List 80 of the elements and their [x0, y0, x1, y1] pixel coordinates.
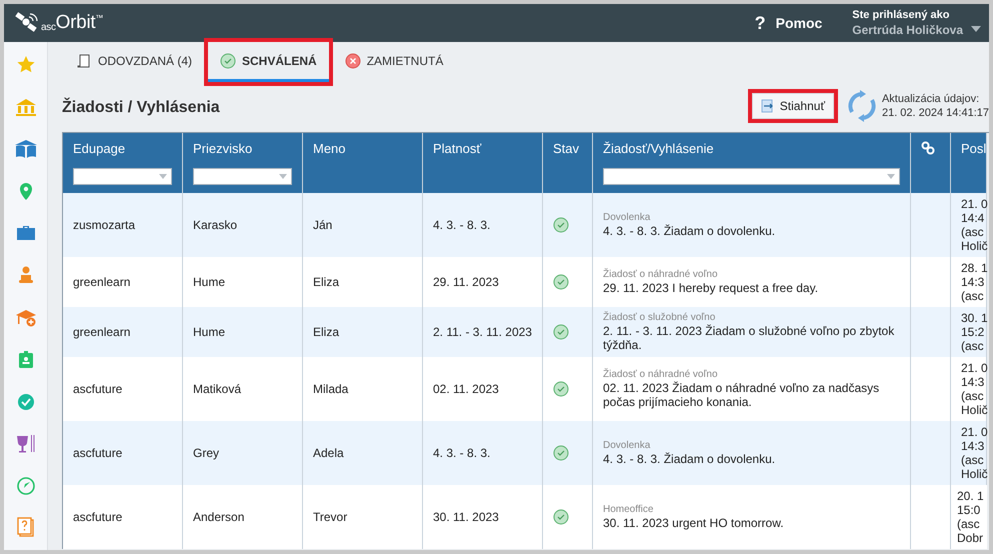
check-circle-icon — [220, 52, 236, 68]
table-cell: Hume — [183, 257, 303, 307]
logo-text: $_{asc}$Orbit$^{™}$ — [41, 12, 104, 34]
request-text: 2. 11. - 3. 11. 2023 Žiadam o služobné voľno po zbytok týždňa. — [603, 324, 896, 352]
caret-icon[interactable] — [971, 26, 981, 32]
check-circle-icon — [553, 217, 569, 233]
tab[interactable]: SCHVÁLENÁ — [208, 42, 329, 82]
table-cell: 21. 0 14:3 (asc Holič — [951, 357, 987, 421]
caret-icon — [279, 174, 287, 179]
page-title: Žiadosti / Vyhlásenia — [62, 99, 221, 117]
update-time: 21. 02. 2024 14:41:17 — [882, 107, 989, 119]
check-circle-icon — [553, 274, 569, 290]
filter-dropdown[interactable] — [603, 168, 900, 185]
request-type: Žiadosť o služobné voľno — [603, 312, 716, 323]
column-label: Platnosť — [433, 141, 482, 156]
question-mark-icon: ? — [754, 12, 766, 34]
column-label: Posl — [961, 141, 986, 156]
request-text: 4. 3. - 8. 3. Žiadam o dovolenku. — [603, 452, 776, 466]
user-name: Gertrúda Holičkova — [852, 23, 963, 37]
caret-icon — [159, 174, 167, 179]
table-cell: 02. 11. 2023 — [423, 357, 543, 421]
link-icon — [921, 141, 935, 155]
table-cell: 28. 1 14:3 (asc — [951, 257, 987, 307]
table-cell: 30. 1 15:2 (asc — [951, 307, 987, 357]
filter-dropdown[interactable] — [73, 168, 172, 185]
check-circle-icon — [553, 324, 569, 340]
request-type: Homeoffice — [603, 504, 654, 515]
column-label: Meno — [313, 141, 346, 156]
table-cell: ascfuture — [63, 421, 183, 485]
column-label: Edupage — [73, 141, 126, 156]
table-cell: 29. 11. 2023 — [423, 257, 543, 307]
column-label: Stav — [553, 141, 580, 156]
table-cell: ascfuture — [63, 485, 183, 549]
request-text: 4. 3. - 8. 3. Žiadam o dovolenku. — [603, 224, 776, 238]
column-label: Priezvisko — [193, 141, 252, 156]
check-circle-icon — [553, 509, 569, 525]
table-cell: Hume — [183, 307, 303, 357]
table-cell: Matiková — [183, 357, 303, 421]
table-cell: Eliza — [303, 307, 423, 357]
table-cell: greenlearn — [63, 307, 183, 357]
table-cell: zusmozarta — [63, 193, 183, 257]
cross-circle-icon — [344, 52, 361, 68]
satellite-icon — [14, 12, 40, 34]
table-cell: Milada — [303, 357, 423, 421]
filter-dropdown[interactable] — [193, 168, 292, 185]
caret-icon — [887, 174, 895, 179]
table-cell: 21. 0 14:3 (asc Holič — [951, 421, 987, 485]
check-circle-icon — [553, 445, 569, 461]
request-type: Dovolenka — [603, 440, 650, 451]
table-cell: 4. 3. - 8. 3. — [423, 421, 543, 485]
help-label[interactable]: Pomoc — [776, 15, 822, 31]
table-cell: Anderson — [183, 485, 303, 549]
document-icon — [76, 52, 92, 68]
table-cell: Eliza — [303, 257, 423, 307]
request-type: Dovolenka — [603, 212, 650, 223]
table-cell: greenlearn — [63, 257, 183, 307]
tab[interactable]: ZAMIETNUTÁ — [332, 42, 456, 82]
column-label: Žiadosť/Vyhlásenie — [603, 141, 714, 156]
request-text: 30. 11. 2023 urgent HO tomorrow. — [603, 516, 784, 530]
tab[interactable]: ODOVZDANÁ (4) — [64, 42, 204, 82]
refresh-icon[interactable] — [846, 90, 878, 122]
table-cell: Grey — [183, 421, 303, 485]
check-circle-icon — [553, 381, 569, 397]
update-caption: Aktualizácia údajov: — [882, 93, 980, 105]
request-text: 29. 11. 2023 I hereby request a free day. — [603, 281, 818, 295]
table-cell: 4. 3. - 8. 3. — [423, 193, 543, 257]
request-type: Žiadosť o náhradné voľno — [603, 369, 718, 380]
table-cell: ascfuture — [63, 357, 183, 421]
table-cell: 20. 1 15:0 (asc Dobr — [951, 485, 987, 549]
table-cell: 21. 0 14:4 (asc Holič — [951, 193, 987, 257]
table-cell: 2. 11. - 3. 11. 2023 — [423, 307, 543, 357]
table-cell: 30. 11. 2023 — [423, 485, 543, 549]
table-cell: Karasko — [183, 193, 303, 257]
user-caption: Ste prihlásený ako — [852, 9, 951, 21]
request-type: Žiadosť o náhradné voľno — [603, 269, 718, 280]
request-text: 02. 11. 2023 Žiadam o náhradné voľno za nadčasys počas prijímacieho konania. — [603, 381, 880, 409]
table-cell: Adela — [303, 421, 423, 485]
export-icon — [760, 99, 775, 113]
table-cell: Trevor — [303, 485, 423, 549]
table-cell: Ján — [303, 193, 423, 257]
